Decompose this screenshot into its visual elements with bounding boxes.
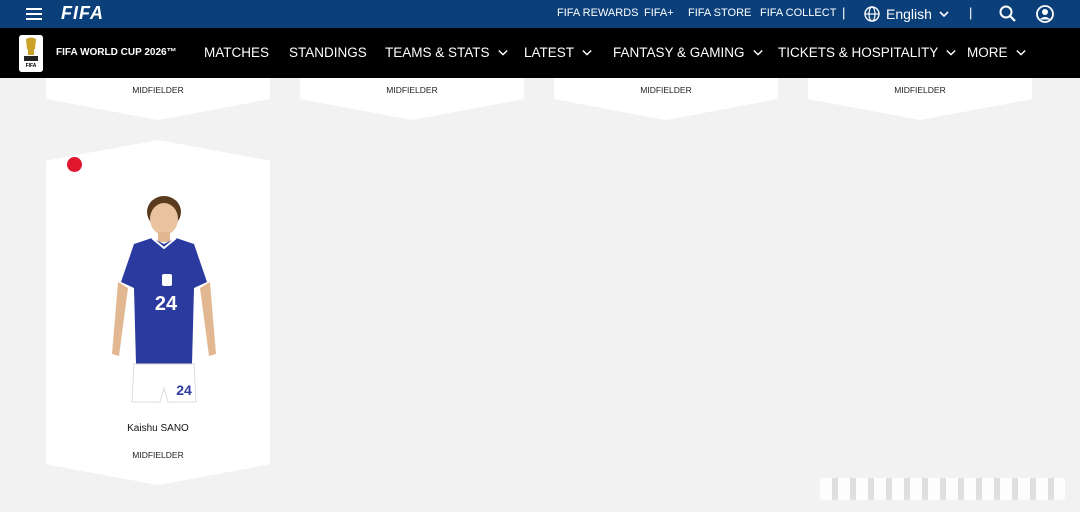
chevron-down-icon bbox=[939, 11, 949, 18]
player-card-kaishu-sano[interactable]: 24 24 Kaishu SANO MIDFIELDER bbox=[46, 140, 270, 485]
link-fifa-rewards[interactable]: FIFA REWARDS bbox=[557, 7, 639, 19]
player-card[interactable]: MIDFIELDER bbox=[46, 78, 270, 120]
language-selector[interactable]: English bbox=[864, 4, 950, 24]
link-fifa-store[interactable]: FIFA STORE bbox=[688, 7, 751, 19]
player-card[interactable]: MIDFIELDER bbox=[300, 78, 524, 120]
nav-latest[interactable]: LATEST bbox=[524, 45, 592, 60]
nav-standings[interactable]: STANDINGS bbox=[289, 45, 367, 60]
player-photo: 24 24 bbox=[112, 196, 216, 403]
nav-teams-stats[interactable]: TEAMS & STATS bbox=[385, 45, 508, 60]
player-position: MIDFIELDER bbox=[640, 85, 692, 95]
globe-icon bbox=[864, 6, 880, 22]
player-card[interactable]: MIDFIELDER bbox=[554, 78, 778, 120]
nav-label: FANTASY & GAMING bbox=[613, 45, 745, 60]
japan-flag-icon bbox=[67, 157, 82, 172]
watermark bbox=[820, 478, 1065, 500]
utility-bar: FIFA FIFA REWARDS FIFA+ FIFA STORE FIFA … bbox=[0, 0, 1080, 28]
menu-icon[interactable] bbox=[26, 8, 42, 20]
link-fifa-plus[interactable]: FIFA+ bbox=[644, 7, 674, 19]
nav-more[interactable]: MORE bbox=[967, 45, 1026, 60]
shirt-number: 24 bbox=[155, 293, 178, 315]
chevron-down-icon bbox=[1015, 49, 1026, 56]
nav-label: STANDINGS bbox=[289, 45, 367, 60]
main-nav: FIFA FIFA WORLD CUP 2026™ MATCHES STANDI… bbox=[0, 28, 1080, 78]
nav-label: MATCHES bbox=[204, 45, 270, 60]
divider: | bbox=[842, 5, 846, 20]
player-name: Kaishu SANO bbox=[127, 423, 189, 434]
fifa-logo[interactable]: FIFA bbox=[61, 3, 104, 24]
nav-label: TEAMS & STATS bbox=[385, 45, 490, 60]
chevron-down-icon bbox=[752, 49, 763, 56]
player-position: MIDFIELDER bbox=[894, 85, 946, 95]
nav-label: MORE bbox=[967, 45, 1008, 60]
player-position: MIDFIELDER bbox=[386, 85, 438, 95]
nav-tickets-hospitality[interactable]: TICKETS & HOSPITALITY bbox=[778, 45, 956, 60]
language-label: English bbox=[886, 6, 932, 22]
player-position: MIDFIELDER bbox=[132, 450, 184, 460]
divider: | bbox=[969, 5, 973, 20]
link-fifa-collect[interactable]: FIFA COLLECT bbox=[760, 7, 836, 19]
nav-matches[interactable]: MATCHES bbox=[204, 45, 269, 60]
world-cup-logo[interactable]: FIFA bbox=[19, 35, 43, 72]
player-position: MIDFIELDER bbox=[132, 85, 184, 95]
chevron-down-icon bbox=[946, 49, 956, 56]
event-title[interactable]: FIFA WORLD CUP 2026™ bbox=[56, 47, 177, 58]
chevron-down-icon bbox=[582, 49, 592, 56]
player-card[interactable]: MIDFIELDER bbox=[808, 78, 1032, 120]
shorts-number: 24 bbox=[176, 382, 192, 398]
nav-label: LATEST bbox=[524, 45, 575, 60]
nav-label: TICKETS & HOSPITALITY bbox=[778, 45, 939, 60]
wc-logo-text: FIFA bbox=[25, 63, 37, 69]
chevron-down-icon bbox=[497, 49, 508, 56]
search-icon[interactable] bbox=[998, 4, 1018, 24]
account-icon[interactable] bbox=[1035, 4, 1055, 24]
nav-fantasy-gaming[interactable]: FANTASY & GAMING bbox=[613, 45, 763, 60]
